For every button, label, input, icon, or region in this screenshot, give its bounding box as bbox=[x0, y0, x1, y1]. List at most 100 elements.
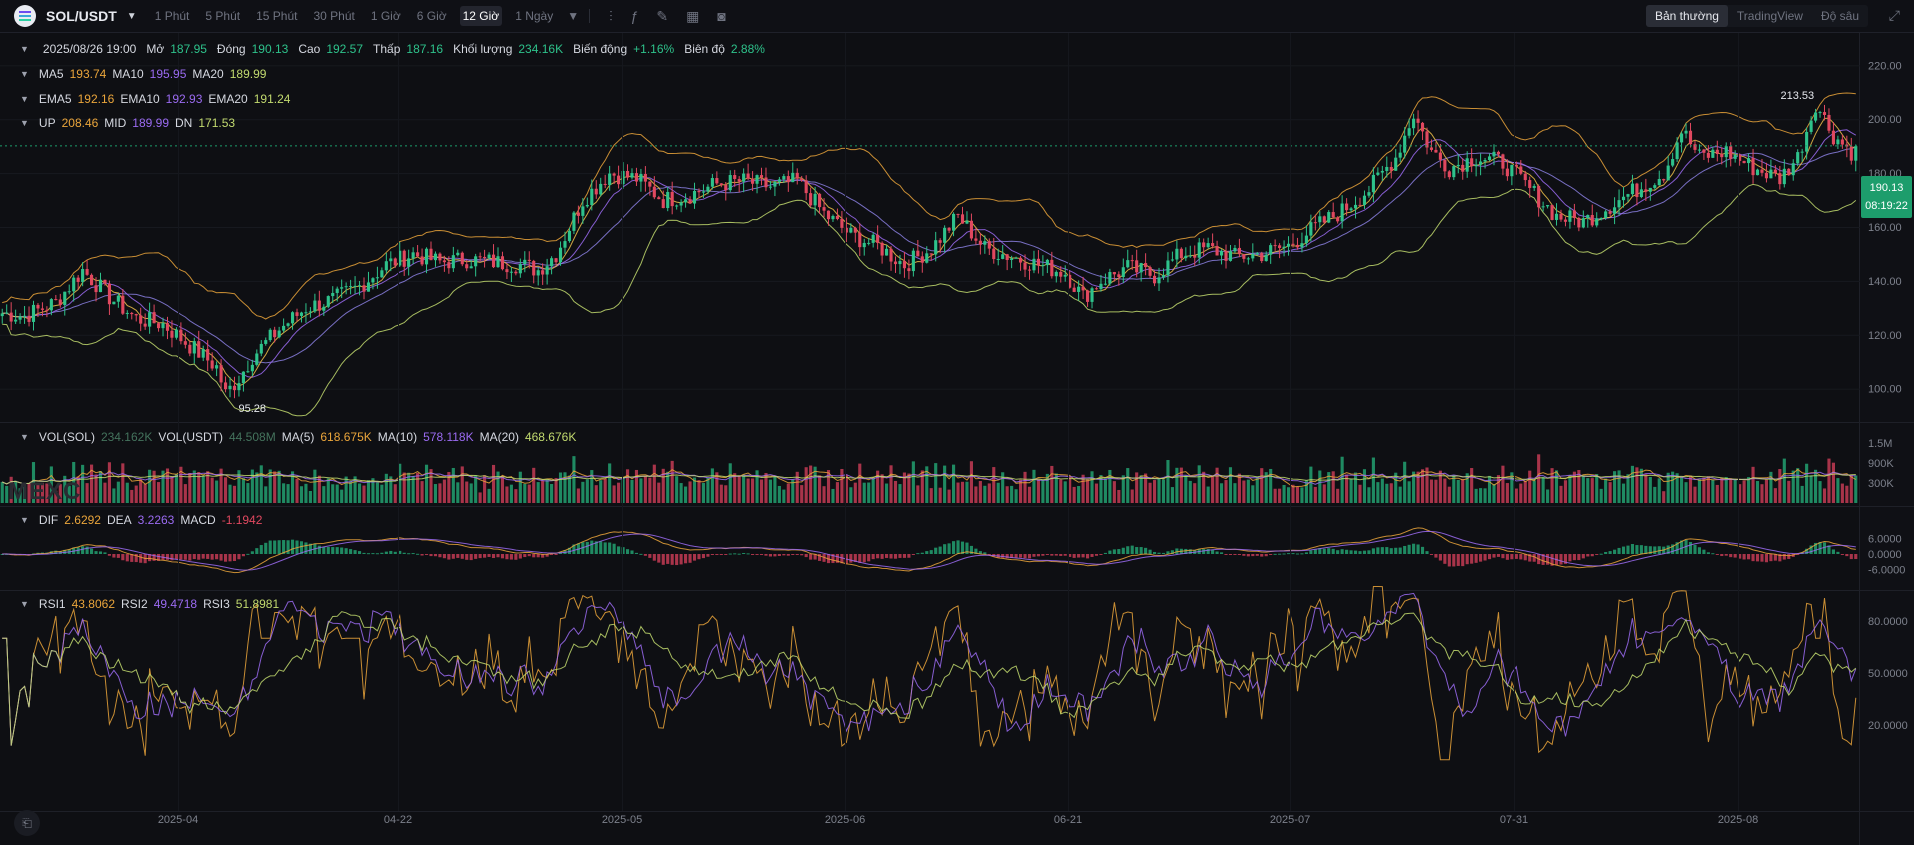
macd-histogram-bar bbox=[907, 554, 911, 558]
macd-histogram-bar bbox=[474, 554, 478, 559]
candle-body bbox=[1523, 173, 1527, 181]
volume-bar bbox=[1479, 488, 1483, 503]
chart-area[interactable]: 220.00 200.00 180.00 160.00 140.00 120.00 100.… bbox=[0, 33, 1914, 845]
macd-histogram-bar bbox=[255, 548, 259, 554]
ema20-value: 191.24 bbox=[253, 92, 291, 106]
macd-histogram-bar bbox=[1697, 547, 1702, 554]
volume-bar bbox=[183, 484, 187, 503]
macd-histogram-bar bbox=[469, 554, 473, 561]
vol-sol-label: VOL(SOL) bbox=[38, 430, 95, 444]
macd-histogram-bar bbox=[675, 554, 679, 566]
candle-body bbox=[366, 282, 371, 292]
candle-body bbox=[121, 295, 125, 314]
draw-pencil-icon[interactable]: ✎ bbox=[656, 8, 668, 25]
volume-bar bbox=[871, 477, 875, 503]
timeframe-6h[interactable]: 6 Giờ bbox=[414, 6, 450, 26]
macd-histogram-bar bbox=[1219, 552, 1224, 554]
timeframe-1h[interactable]: 1 Giờ bbox=[368, 6, 404, 26]
time-tick-label: 2025-08 bbox=[1718, 814, 1758, 826]
volume-bar bbox=[1023, 471, 1027, 503]
timeframe-1m[interactable]: 1 Phút bbox=[152, 6, 193, 26]
volume-bar bbox=[527, 484, 531, 503]
candle-wick bbox=[1011, 255, 1013, 269]
volume-bar bbox=[1246, 479, 1250, 503]
candle-body bbox=[313, 300, 317, 312]
pair-selector[interactable]: SOL/USDT bbox=[46, 8, 117, 24]
volume-bar bbox=[438, 483, 442, 503]
timeframe-dropdown-chevron-icon[interactable]: ▼ bbox=[567, 9, 579, 23]
indicator-settings-icon[interactable]: ⫶ bbox=[609, 8, 613, 25]
collapse-chevron-icon[interactable]: ▼ bbox=[20, 118, 29, 128]
macd-histogram-bar bbox=[1117, 549, 1121, 554]
collapse-chevron-icon[interactable]: ▼ bbox=[20, 94, 29, 104]
candle-body bbox=[804, 180, 808, 194]
collapse-chevron-icon[interactable]: ▼ bbox=[20, 69, 29, 79]
volume-bar bbox=[380, 484, 384, 503]
volume-bar bbox=[116, 481, 120, 503]
timeframe-12h[interactable]: 12 Giờ bbox=[459, 6, 503, 26]
candle-body bbox=[295, 312, 299, 316]
view-tradingview[interactable]: TradingView bbox=[1728, 5, 1812, 27]
candle-body bbox=[612, 173, 616, 176]
volume-bar bbox=[273, 471, 277, 503]
time-tick-label: 04-22 bbox=[384, 814, 412, 826]
candle-body bbox=[36, 304, 40, 309]
volume-bar bbox=[1273, 488, 1277, 503]
volume-bar bbox=[934, 463, 938, 503]
candle-wick bbox=[1475, 158, 1477, 177]
open-value: 187.95 bbox=[170, 42, 207, 56]
timeframe-dropdown[interactable]: 1 Ngày bbox=[512, 6, 556, 26]
candle-body bbox=[603, 183, 607, 185]
macd-histogram-bar bbox=[1228, 554, 1233, 555]
timeframe-15m[interactable]: 15 Phút bbox=[253, 6, 300, 26]
candle-body bbox=[1425, 131, 1429, 148]
toolbar-divider bbox=[589, 9, 591, 23]
macd-histogram-bar bbox=[317, 545, 321, 554]
fullscreen-icon[interactable]: ⤢ bbox=[1889, 7, 1900, 24]
candle-body bbox=[545, 266, 549, 275]
view-standard[interactable]: Bản thường bbox=[1645, 5, 1728, 27]
volume-bar bbox=[1581, 476, 1585, 503]
macd-histogram-bar bbox=[1639, 545, 1643, 554]
collapse-chevron-icon[interactable]: ▼ bbox=[20, 44, 29, 54]
candle-body bbox=[179, 329, 183, 342]
candle-body bbox=[45, 309, 49, 311]
macd-histogram-bar bbox=[1063, 554, 1067, 556]
macd-histogram-bar bbox=[599, 541, 603, 554]
candle-body bbox=[768, 186, 773, 188]
volume-bar bbox=[1773, 488, 1777, 503]
volume-bar bbox=[1742, 480, 1746, 503]
macd-histogram-bar bbox=[496, 554, 500, 558]
timeframe-30m[interactable]: 30 Phút bbox=[310, 6, 357, 26]
candle-body bbox=[983, 241, 987, 245]
collapse-chevron-icon[interactable]: ▼ bbox=[20, 515, 29, 525]
close-label: Đóng bbox=[216, 42, 246, 56]
pair-dropdown-chevron-icon[interactable]: ▼ bbox=[127, 11, 137, 22]
timeframe-5m[interactable]: 5 Phút bbox=[202, 6, 243, 26]
volume-bar bbox=[1286, 487, 1291, 503]
candle-body bbox=[1090, 288, 1094, 302]
macd-histogram-bar bbox=[523, 554, 527, 558]
formula-icon[interactable]: ƒ bbox=[631, 8, 639, 24]
view-depth[interactable]: Độ sâu bbox=[1812, 5, 1868, 27]
ema10-label: EMA10 bbox=[120, 92, 160, 106]
volume-bar bbox=[974, 486, 978, 503]
candle-body bbox=[250, 364, 254, 372]
collapse-chevron-icon[interactable]: ▼ bbox=[20, 432, 29, 442]
volume-bar bbox=[710, 468, 714, 503]
candle-body bbox=[1635, 183, 1639, 198]
macd-histogram-bar bbox=[139, 554, 143, 563]
collapse-chevron-icon[interactable]: ▼ bbox=[20, 599, 29, 609]
macd-histogram-bar bbox=[1349, 550, 1353, 554]
volume-bar bbox=[326, 478, 330, 503]
volume-bar bbox=[362, 485, 366, 503]
volume-bar bbox=[335, 484, 339, 503]
candle-body bbox=[1420, 122, 1425, 132]
candle-body bbox=[1554, 213, 1559, 220]
drawing-tools-toggle-icon[interactable]: ⎗ bbox=[14, 810, 40, 836]
camera-icon[interactable]: ◙ bbox=[717, 8, 725, 24]
candle-body bbox=[657, 197, 661, 200]
candle-wick bbox=[1104, 273, 1106, 286]
macd-histogram-bar bbox=[407, 553, 411, 555]
layout-grid-icon[interactable]: ▦ bbox=[686, 8, 699, 25]
